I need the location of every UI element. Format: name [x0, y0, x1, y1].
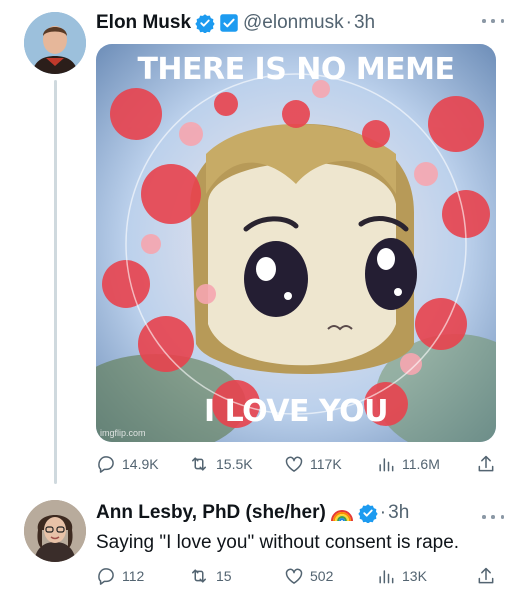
author-name[interactable]: Elon Musk: [96, 12, 191, 34]
like-count: 117K: [310, 456, 342, 472]
meme-image[interactable]: THERE IS NO MEME I LOVE YOU imgflip.com: [96, 44, 496, 442]
author-handle[interactable]: @elonmusk: [243, 12, 344, 34]
share-icon: [478, 567, 494, 584]
like-icon: [285, 568, 303, 584]
views-icon: [379, 570, 394, 584]
timestamp[interactable]: 3h: [354, 12, 375, 34]
verified-badge-icon: [195, 13, 215, 33]
like-button[interactable]: 502: [284, 566, 333, 586]
tweet-header: Ann Lesby, PhD (she/her) · 3h: [96, 502, 409, 524]
reply-count: 112: [122, 568, 145, 584]
reply-count: 14.9K: [122, 456, 159, 472]
tweet-header: Elon Musk @elonmusk · 3h: [96, 12, 375, 34]
views-icon: [379, 458, 394, 472]
share-button[interactable]: [476, 454, 502, 474]
repost-button[interactable]: 15.5K: [188, 454, 253, 474]
meme-top-text: THERE IS NO MEME: [137, 52, 455, 87]
repost-icon: [192, 569, 206, 583]
share-icon: [478, 455, 494, 472]
tweet-elon: Elon Musk @elonmusk · 3h THERE IS NO MEM…: [0, 0, 522, 490]
separator-dot: ·: [345, 12, 352, 33]
reply-icon: [98, 568, 114, 585]
meme-artwork: [96, 44, 496, 442]
author-name[interactable]: Ann Lesby, PhD (she/her): [96, 502, 326, 524]
reply-button[interactable]: 14.9K: [96, 454, 159, 474]
more-icon[interactable]: [482, 510, 504, 524]
separator-dot: ·: [379, 502, 387, 523]
thread-line: [54, 80, 57, 484]
repost-count: 15: [216, 568, 232, 584]
timestamp[interactable]: 3h: [388, 502, 409, 524]
reply-button[interactable]: 112: [96, 566, 144, 586]
avatar[interactable]: [24, 12, 86, 74]
views-button[interactable]: 11.6M: [376, 454, 440, 474]
rainbow-icon: [330, 503, 354, 523]
share-button[interactable]: [476, 566, 502, 586]
action-bar: 112 15 502 13K: [96, 566, 500, 590]
repost-button[interactable]: 15: [188, 566, 232, 586]
more-icon[interactable]: [482, 14, 504, 28]
views-count: 11.6M: [402, 456, 440, 472]
like-button[interactable]: 117K: [284, 454, 342, 474]
tweet-text: Saying "I love you" without consent is r…: [96, 532, 460, 553]
like-icon: [285, 456, 303, 472]
avatar[interactable]: [24, 500, 86, 562]
views-count: 13K: [402, 568, 427, 584]
action-bar: 14.9K 15.5K 117K 11.6M: [96, 454, 500, 478]
repost-icon: [192, 457, 206, 471]
meme-bottom-text: I LOVE YOU: [203, 394, 389, 429]
government-badge-icon: [219, 13, 239, 33]
reply-icon: [98, 456, 114, 473]
verified-badge-icon: [358, 503, 378, 523]
like-count: 502: [310, 568, 334, 584]
views-button[interactable]: 13K: [376, 566, 427, 586]
watermark: imgflip.com: [100, 428, 146, 438]
repost-count: 15.5K: [216, 456, 253, 472]
